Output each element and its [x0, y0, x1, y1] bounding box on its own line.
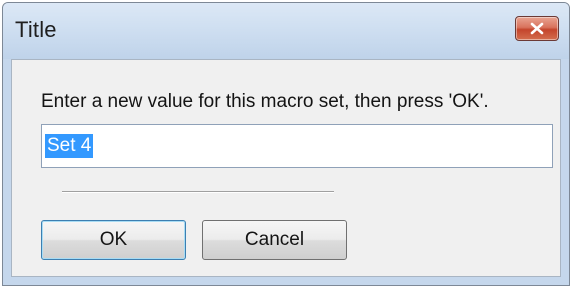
- ok-button[interactable]: OK: [41, 220, 186, 260]
- close-button[interactable]: [515, 16, 559, 41]
- separator: [62, 191, 334, 193]
- prompt-label: Enter a new value for this macro set, th…: [41, 91, 489, 112]
- macro-set-value-input[interactable]: Set 4: [41, 124, 553, 168]
- close-icon: [530, 22, 544, 35]
- window-title: Title: [15, 17, 57, 42]
- cancel-button[interactable]: Cancel: [202, 220, 347, 260]
- dialog-window: Title Enter a new value for this macro s…: [2, 2, 570, 286]
- title-bar[interactable]: Title: [3, 3, 569, 59]
- input-selected-text: Set 4: [45, 134, 94, 158]
- dialog-body: Enter a new value for this macro set, th…: [11, 59, 561, 277]
